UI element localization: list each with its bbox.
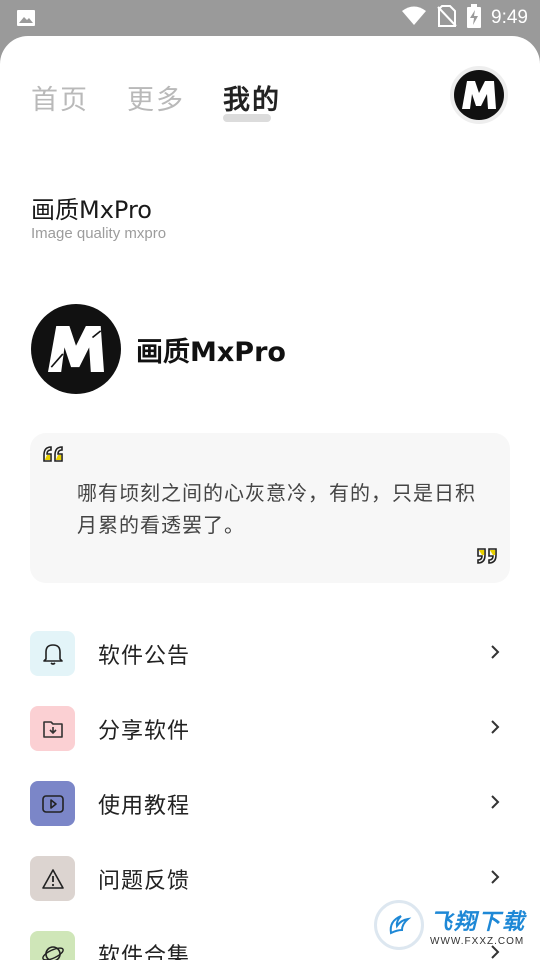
- menu-label: 软件公告: [98, 643, 191, 669]
- app-subtitle: Image quality mxpro: [31, 225, 167, 242]
- profile-header: 画质MxPro: [31, 304, 286, 394]
- video-play-icon: [30, 781, 75, 826]
- quote-text: 哪有顷刻之间的心灰意冷，有的，只是日积月累的看透罢了。: [77, 481, 476, 537]
- bell-icon: [30, 631, 75, 676]
- avatar[interactable]: [450, 66, 508, 124]
- battery-charging-icon: [467, 4, 482, 32]
- profile-name: 画质MxPro: [136, 336, 286, 368]
- quote-open-icon: [42, 445, 66, 467]
- main-sheet: 首页 更多 我的 画质MxPro Image quality mxpro 画质M…: [0, 36, 540, 960]
- tab-mine-label: 我的: [223, 85, 281, 116]
- wifi-icon: [401, 6, 427, 30]
- watermark-logo-icon: [374, 900, 424, 950]
- tab-more[interactable]: 更多: [127, 78, 185, 117]
- menu-item-announcement[interactable]: 软件公告: [0, 616, 540, 691]
- menu-label: 软件合集: [98, 943, 191, 960]
- chevron-right-icon: [490, 644, 500, 664]
- tab-home[interactable]: 首页: [31, 78, 89, 117]
- planet-icon: [30, 931, 75, 960]
- no-sim-icon: [437, 5, 457, 31]
- tab-indicator: [223, 114, 271, 122]
- app-logo: [31, 304, 121, 394]
- image-notification-icon: [16, 9, 36, 31]
- status-bar: 9:49: [0, 0, 540, 36]
- menu-item-tutorial[interactable]: 使用教程: [0, 766, 540, 841]
- watermark-name: 飞翔下载: [430, 909, 527, 935]
- warning-icon: [30, 856, 75, 901]
- folder-download-icon: [30, 706, 75, 751]
- tab-mine[interactable]: 我的: [223, 78, 281, 122]
- chevron-right-icon: [490, 719, 500, 739]
- menu-label: 分享软件: [98, 718, 191, 744]
- quote-close-icon: [474, 547, 498, 569]
- watermark-url: WWW.FXXZ.COM: [430, 935, 525, 947]
- chevron-right-icon: [490, 794, 500, 814]
- menu-item-share[interactable]: 分享软件: [0, 691, 540, 766]
- quote-card: 哪有顷刻之间的心灰意冷，有的，只是日积月累的看透罢了。: [30, 433, 510, 583]
- menu-label: 使用教程: [98, 793, 191, 819]
- watermark: 飞翔下载 WWW.FXXZ.COM: [374, 900, 530, 950]
- clock: 9:49: [491, 7, 528, 28]
- m-logo-icon: [454, 70, 504, 120]
- chevron-right-icon: [490, 869, 500, 889]
- menu-label: 问题反馈: [98, 868, 191, 894]
- app-title: 画质MxPro: [31, 196, 152, 224]
- tab-bar: 首页 更多 我的: [31, 78, 281, 122]
